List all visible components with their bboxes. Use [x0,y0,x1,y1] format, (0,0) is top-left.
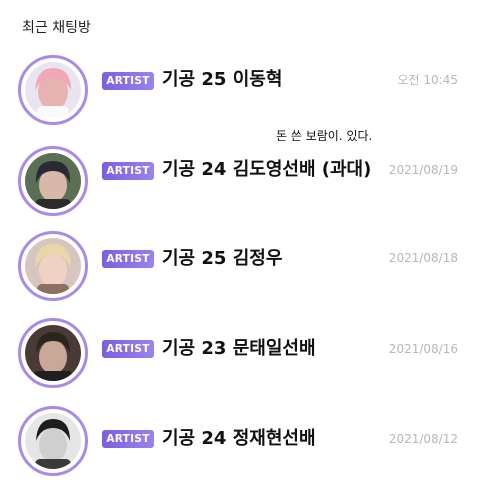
chat-item[interactable]: ARTIST 기공 24 김도영선배 (과대) 2021/08/19 [0,140,480,226]
face-shape [39,253,67,287]
chat-name: 기공 25 김정우 [162,248,283,269]
avatar-photo [25,325,81,381]
chat-name: 기공 24 정재현선배 [162,428,316,449]
artist-badge: ARTIST [102,340,154,358]
avatar[interactable] [18,406,88,476]
avatar[interactable] [18,231,88,301]
chat-time: 2021/08/16 [388,342,458,356]
avatar-image [25,62,81,118]
section-title-recent-chats: 최근 채팅방 [22,20,91,36]
chat-time: 2021/08/19 [388,163,458,177]
chat-item[interactable]: ARTIST 기공 23 문태일선배 2021/08/16 [0,312,480,398]
chat-name: 기공 25 이동혁 [162,69,283,90]
artist-badge: ARTIST [102,72,154,90]
chat-name: 기공 24 김도영선배 (과대) [162,159,372,180]
artist-badge: ARTIST [102,430,154,448]
avatar-photo [25,413,81,469]
face-shape [39,428,67,462]
avatar[interactable] [18,318,88,388]
chat-time: 2021/08/12 [388,432,458,446]
chat-name: 기공 23 문태일선배 [162,338,316,359]
avatar-image [25,153,81,209]
avatar-photo [25,153,81,209]
avatar[interactable] [18,146,88,216]
face-shape [39,340,67,374]
chat-item[interactable]: ARTIST 기공 24 정재현선배 2021/08/12 [0,400,480,486]
artist-badge: ARTIST [102,162,154,180]
chat-item[interactable]: ARTIST 기공 25 김정우 2021/08/18 [0,225,480,311]
chat-time: 2021/08/18 [388,251,458,265]
avatar-photo [25,62,81,118]
avatar-photo [25,238,81,294]
avatar-image [25,413,81,469]
avatar-image [25,238,81,294]
avatar-image [25,325,81,381]
chat-time: 오전 10:45 [397,73,458,87]
chat-item[interactable]: ARTIST 기공 25 이동혁 오전 10:45 돈 쓴 보람이. 있다. [0,48,480,143]
avatar[interactable] [18,55,88,125]
artist-badge: ARTIST [102,250,154,268]
